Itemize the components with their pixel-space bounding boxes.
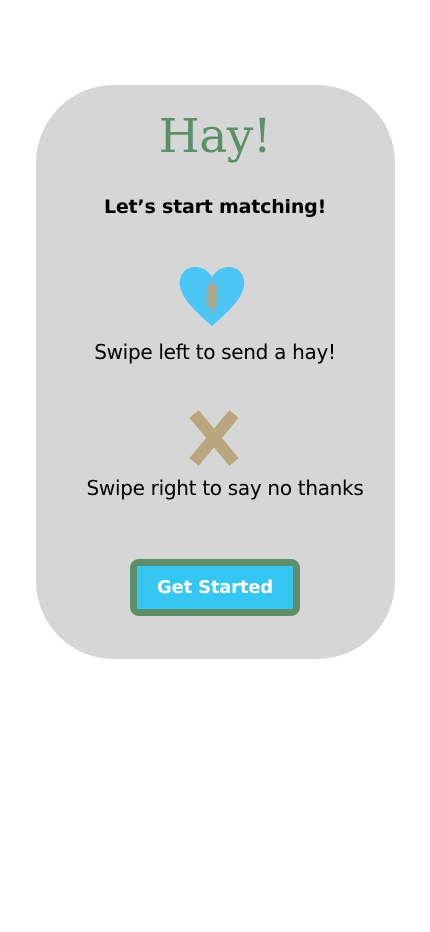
swipe-right-instruction: Swipe right to say no thanks (86, 476, 364, 500)
get-started-button[interactable]: Get Started (130, 559, 300, 616)
app-title: Hay! (158, 109, 272, 164)
heart-with-wheat-icon (179, 266, 245, 326)
get-started-label: Get Started (157, 577, 273, 598)
swipe-left-instruction: Swipe left to send a hay! (94, 340, 336, 364)
cross-icon (189, 410, 239, 466)
page-subtitle: Let’s start matching! (103, 196, 327, 218)
